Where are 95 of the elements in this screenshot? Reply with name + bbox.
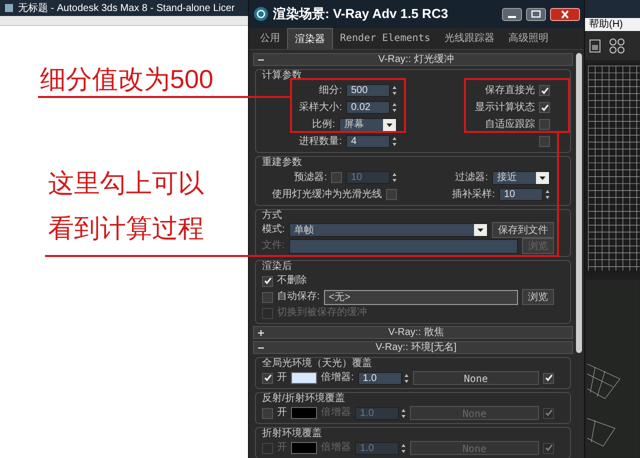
annotation-text: 这里勾上可以: [48, 168, 204, 198]
field-label: 插补采样:: [452, 188, 495, 200]
app-logo-icon: [253, 6, 269, 22]
spin-arrows-icon[interactable]: [392, 102, 397, 113]
checkbox[interactable]: [262, 292, 273, 302]
checkmark-icon: [544, 409, 552, 417]
spin-arrows-icon[interactable]: [545, 189, 550, 200]
field-label: 模式:: [262, 224, 285, 236]
checkbox[interactable]: [539, 136, 550, 147]
checkbox[interactable]: [262, 276, 273, 286]
field-label: 不删除: [277, 275, 307, 287]
field-label: 倍增器: [321, 442, 351, 454]
checkbox[interactable]: [262, 372, 273, 384]
checkbox[interactable]: [331, 172, 342, 183]
checkbox[interactable]: [539, 85, 550, 96]
spin-arrows-icon[interactable]: [392, 85, 397, 96]
input-field[interactable]: <无>: [324, 290, 518, 304]
rollout-title: V-Ray:: 灯光缓冲: [377, 54, 455, 65]
spinner-field[interactable]: 4: [346, 135, 390, 148]
checkmark-icon: [544, 374, 552, 382]
rollout-header[interactable]: V-Ray:: 灯光缓冲: [253, 53, 573, 66]
field-label: 进程数量:: [299, 136, 342, 148]
checkmark-icon: [540, 104, 548, 112]
menu-item[interactable]: 帮助(H): [585, 18, 640, 31]
field-label: 自动保存:: [277, 291, 320, 303]
checkmark-icon: [264, 277, 272, 285]
field-label: 开: [277, 407, 287, 419]
rollout-header[interactable]: V-Ray:: 环境[无名]: [253, 341, 573, 354]
toolbar-window-icon[interactable]: [589, 38, 601, 53]
panel-button[interactable]: 保存到文件: [492, 222, 554, 238]
checkbox[interactable]: [262, 408, 273, 418]
maximize-icon[interactable]: [526, 8, 546, 20]
checkbox[interactable]: [539, 119, 550, 130]
tab[interactable]: 渲染器: [287, 28, 333, 49]
field-label: 使用灯光缓冲为光滑光线: [272, 188, 382, 200]
checkbox[interactable]: [539, 102, 550, 113]
field-label: 显示计算状态: [475, 102, 535, 114]
field-label: 切换到被保存的缓冲: [277, 307, 367, 319]
scrollbar[interactable]: [576, 53, 582, 353]
spin-arrows-icon[interactable]: [404, 372, 409, 384]
map-slot-button[interactable]: None: [412, 371, 539, 385]
spin-arrows-icon[interactable]: [392, 172, 397, 183]
field-label: 保存直接光: [485, 84, 535, 96]
field-label: 预滤器:: [294, 172, 327, 184]
field-label: 倍增器: [321, 407, 351, 419]
rollout-header[interactable]: V-Ray:: 散焦: [253, 326, 573, 339]
rollout-title: V-Ray:: 散焦: [387, 327, 445, 338]
spinner-field[interactable]: 1.0: [358, 372, 402, 384]
tab[interactable]: 光线跟踪器: [437, 28, 502, 49]
color-swatch[interactable]: [291, 442, 317, 454]
checkmark-icon: [540, 86, 548, 94]
field-label: 文件:: [262, 240, 285, 252]
group-title: 重建参数: [262, 157, 303, 169]
group-title: 全局光环境（天光）覆盖: [262, 358, 373, 370]
color-swatch[interactable]: [291, 407, 317, 419]
checkmark-icon: [264, 374, 272, 382]
spinner-field[interactable]: 0.02: [346, 101, 390, 114]
spin-arrows-icon[interactable]: [401, 408, 406, 418]
field-label: 过滤器:: [455, 172, 488, 184]
dropdown[interactable]: 屏幕: [339, 118, 397, 132]
close-icon[interactable]: [550, 8, 580, 20]
toolbar-circles-icon[interactable]: [609, 38, 625, 54]
minimize-icon[interactable]: [502, 8, 522, 20]
checkmark-icon: [544, 444, 552, 452]
field-label: 自适应跟踪: [485, 118, 535, 130]
spin-arrows-icon[interactable]: [392, 136, 397, 147]
tab[interactable]: 公用: [253, 28, 287, 49]
tab[interactable]: 高级照明: [501, 28, 556, 49]
group-title: 渲染后: [262, 261, 293, 273]
group-title: 折射环境覆盖: [262, 428, 323, 440]
group-title: 方式: [262, 210, 283, 222]
rollout-title: V-Ray:: 环境[无名]: [374, 342, 458, 353]
checkbox[interactable]: [543, 372, 554, 384]
app-icon: [4, 3, 14, 13]
spin-arrows-icon[interactable]: [401, 442, 406, 454]
field-label: 比例:: [312, 118, 335, 130]
group-title: 反射/折射环境覆盖: [262, 393, 346, 405]
field-label: 开: [277, 442, 287, 454]
spinner-field[interactable]: 500: [346, 84, 390, 97]
panel-button[interactable]: 浏览: [522, 289, 554, 305]
dropdown[interactable]: 单帧: [288, 223, 488, 237]
tab[interactable]: Render Elements: [333, 28, 438, 49]
dialog-title: 渲染场景: V-Ray Adv 1.5 RC3: [273, 5, 450, 24]
color-swatch[interactable]: [291, 372, 317, 384]
field-label: 细分:: [319, 84, 342, 96]
annotation-text: 看到计算过程: [48, 213, 204, 243]
input-field[interactable]: [288, 238, 518, 254]
annotation-text: 细分值改为500: [40, 64, 214, 94]
checkbox[interactable]: [386, 189, 397, 200]
spinner-field[interactable]: 10: [499, 188, 543, 201]
field-label: 开: [277, 372, 287, 384]
field-label: 采样大小:: [299, 102, 342, 114]
field-label: 倍增器:: [321, 372, 354, 384]
window-title: 无标题 - Autodesk 3ds Max 8 - Stand-alone Licer: [18, 2, 235, 16]
dropdown[interactable]: 接近: [492, 170, 550, 184]
